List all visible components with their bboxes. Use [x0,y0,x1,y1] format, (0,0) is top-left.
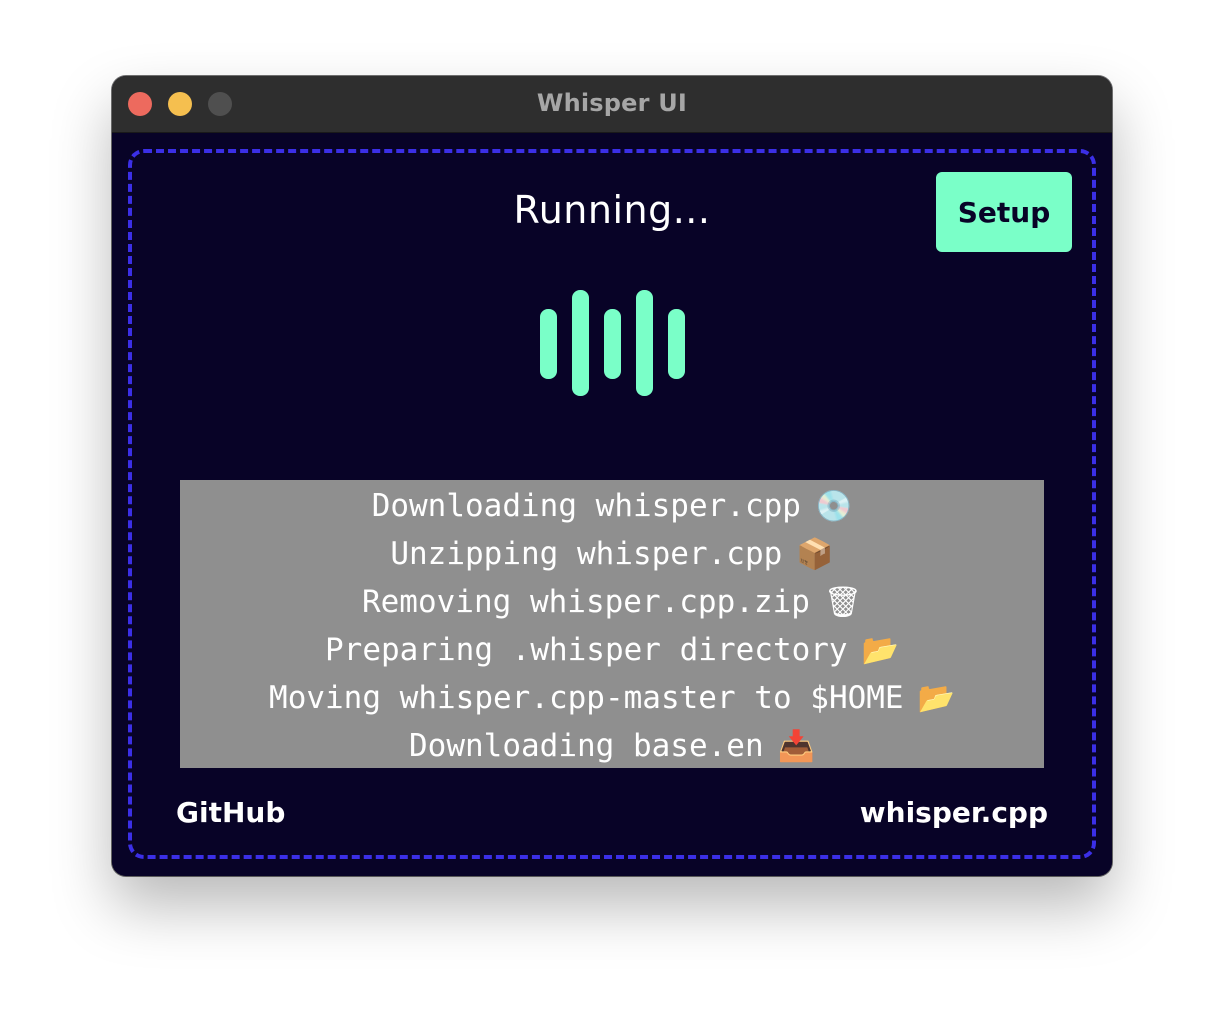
log-line-text: Moving whisper.cpp-master to $HOME [269,680,904,716]
app-window: Whisper UI Running... Setup Downloading … [112,76,1112,876]
open-folder-icon: 📂 [861,633,899,668]
open-folder-icon: 📂 [917,681,955,716]
waveform-bar [668,309,685,379]
log-line-text: Removing whisper.cpp.zip [361,584,810,620]
inbox-tray-icon: 📥 [777,729,815,764]
waveform-bar [604,309,621,379]
waveform-bar [572,290,589,396]
log-line-text: Downloading whisper.cpp [371,488,801,524]
log-line: Preparing .whisper directory 📂 [180,626,1044,674]
log-line: Downloading whisper.cpp 💿 [180,482,1044,530]
desktop-background: Whisper UI Running... Setup Downloading … [0,0,1224,1024]
log-line: Downloading base.en 📥 [180,722,1044,770]
log-line-text: Downloading base.en [409,728,764,764]
waveform-bar [540,309,557,379]
log-line-text: Unzipping whisper.cpp [390,536,783,572]
window-title: Whisper UI [536,89,688,117]
progress-log: Downloading whisper.cpp 💿 Unzipping whisp… [180,480,1044,768]
log-line-text: Preparing .whisper directory [325,632,848,668]
setup-button[interactable]: Setup [936,172,1072,252]
package-icon: 📦 [796,537,834,572]
log-line: Moving whisper.cpp-master to $HOME 📂 [180,674,1044,722]
title-bar[interactable]: Whisper UI [112,76,1112,133]
dvd-icon: 💿 [814,489,853,524]
whisper-cpp-link[interactable]: whisper.cpp [860,796,1048,829]
waveform-bar [636,290,653,396]
log-line: Unzipping whisper.cpp 📦 [180,530,1044,578]
github-link[interactable]: GitHub [176,796,285,829]
main-content: Running... Setup Downloading whisper.cpp… [112,133,1112,876]
log-line: Removing whisper.cpp.zip 🗑 [180,578,1044,626]
wastebasket-icon: 🗑 [823,585,863,620]
